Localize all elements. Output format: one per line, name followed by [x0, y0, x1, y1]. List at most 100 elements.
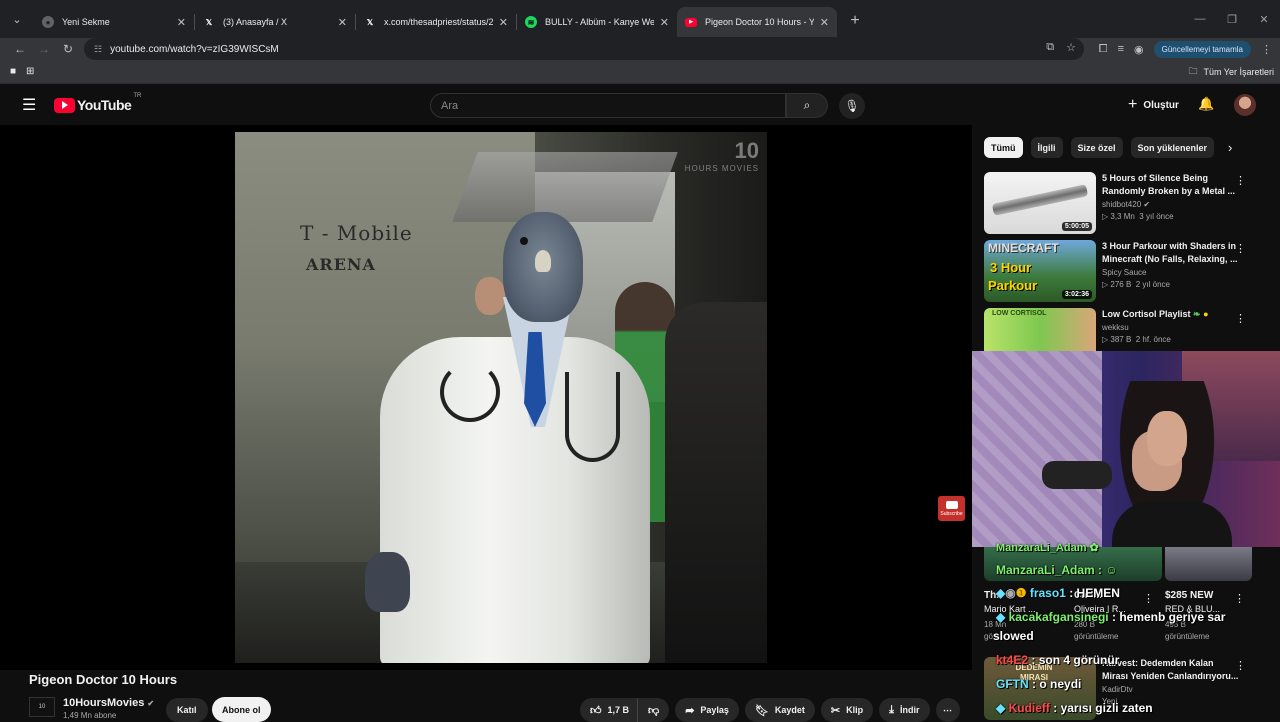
pigeon-eye	[520, 237, 528, 245]
dislike-button[interactable]: 👎︎	[637, 698, 670, 722]
media-controls-icon[interactable]: ≡	[1118, 43, 1124, 55]
browser-tab-x-home[interactable]: 𝕏 (3) Anasayfa / X ✕	[195, 7, 355, 37]
update-button[interactable]: Güncellemeyi tamamla	[1153, 40, 1251, 58]
create-label: Oluştur	[1143, 99, 1179, 111]
reload-button[interactable]: ↻	[56, 42, 80, 56]
youtube-icon: ▶	[685, 17, 697, 27]
subscribe-watermark[interactable]: Subscribe	[938, 496, 965, 521]
create-button[interactable]: + Oluştur	[1120, 93, 1187, 117]
search-button[interactable]: ⌕	[786, 93, 828, 118]
recommendation-channel: KadirDtv	[1102, 685, 1133, 694]
voice-search-button[interactable]: 🎙	[839, 93, 865, 119]
tab-title: (3) Anasayfa / X	[223, 17, 288, 27]
youtube-logo[interactable]: YouTube TR	[54, 93, 141, 113]
recommendation-title: 3 Hour Parkour with Shaders in Minecraft…	[1102, 241, 1238, 264]
recommendation-title: 5 Hours of Silence Being Randomly Broken…	[1102, 173, 1236, 196]
forward-button[interactable]: →	[32, 42, 56, 56]
back-button[interactable]: ←	[8, 42, 32, 56]
browser-menu-icon[interactable]: ⋮	[1261, 43, 1272, 56]
bookmark-icon: 🔖︎	[754, 704, 769, 717]
recommendation-title: Low Cortisol Playlist ❧ ●	[1102, 309, 1209, 319]
apps-grid-icon[interactable]: ⊞	[26, 66, 34, 77]
chevron-right-icon[interactable]: ›	[1228, 140, 1232, 155]
channel-watermark: 10 HOURS MOVIES	[685, 138, 759, 173]
download-button[interactable]: ⤓ İndir	[879, 698, 930, 722]
join-button[interactable]: Katıl	[166, 698, 208, 722]
chip-recently-uploaded[interactable]: Son yüklenenler	[1130, 137, 1215, 158]
site-info-icon[interactable]: ☷	[94, 44, 102, 55]
menu-icon[interactable]: ☰	[22, 95, 44, 115]
chip-all[interactable]: Tümü	[984, 137, 1023, 158]
more-icon: ⋯	[943, 704, 953, 715]
webcam-microphone	[1042, 461, 1112, 489]
video-thumbnail[interactable]: LOW CORTISOL	[984, 308, 1096, 351]
chat-message: ◆ Kudieff : yarısı gizli zaten	[996, 701, 1153, 715]
all-bookmarks-button[interactable]: 🗀 Tüm Yer İşaretleri	[1188, 60, 1274, 84]
install-app-icon[interactable]: ⧉	[1046, 41, 1054, 54]
close-tab-icon[interactable]: ✕	[338, 16, 347, 29]
new-tab-button[interactable]: +	[841, 7, 869, 35]
account-avatar[interactable]	[1234, 94, 1256, 116]
video-player[interactable]: T - Mobile ARENA 10 HOURS MOVIES	[0, 125, 972, 670]
more-options-icon[interactable]: ⋮	[1235, 312, 1246, 325]
chip-for-you[interactable]: Size özel	[1070, 137, 1123, 158]
tab-search-icon[interactable]: ⌄	[0, 0, 34, 38]
verified-icon: ✔	[147, 698, 155, 708]
recommendation-channel: shidbot420 ✔	[1102, 200, 1151, 209]
recommendation-item[interactable]: 5:00:05 5 Hours of Silence Being Randoml…	[984, 172, 1274, 234]
extensions-icon[interactable]: ⧠	[1099, 43, 1108, 56]
browser-tab-spotify[interactable]: ≋ BULLY - Albüm - Kanye West, Ye ✕	[517, 7, 677, 37]
video-thumbnail[interactable]: 5:00:05	[984, 172, 1096, 234]
profile-icon[interactable]: ◉	[1134, 43, 1144, 56]
recommendation-meta: ▷ 3,3 Mn 3 yıl önce	[1102, 212, 1174, 221]
tab-title: Yeni Sekme	[62, 17, 110, 27]
more-actions-button[interactable]: ⋯	[935, 698, 960, 722]
recommendation-item[interactable]: MINECRAFT 3 Hour Parkour 3:02:36 3 Hour …	[984, 240, 1274, 302]
close-tab-icon[interactable]: ✕	[499, 16, 508, 29]
window-controls: — ❐ ✕	[1184, 0, 1280, 38]
close-tab-icon[interactable]: ✕	[177, 16, 186, 29]
close-tab-icon[interactable]: ✕	[820, 16, 829, 29]
chrome-icon: ●	[42, 16, 54, 28]
subscriber-count: 1,49 Mn abone	[63, 711, 117, 720]
video-frame[interactable]: T - Mobile ARENA 10 HOURS MOVIES	[235, 132, 767, 663]
address-bar[interactable]: ☷ youtube.com/watch?v=zIG39WISCsM ⧉ ☆	[84, 38, 1084, 60]
download-icon: ⤓	[889, 703, 895, 716]
clip-button[interactable]: ✂ Klip	[820, 698, 874, 722]
youtube-logo-text: YouTube	[77, 97, 132, 113]
chip-related[interactable]: İlgili	[1030, 137, 1063, 158]
channel-name[interactable]: 10HoursMovies	[63, 697, 144, 709]
microphone-icon: 🎙	[844, 99, 860, 113]
save-button[interactable]: 🔖︎ Kaydet	[744, 698, 815, 722]
more-options-icon[interactable]: ⋮	[1235, 242, 1246, 255]
tab-strip-icon[interactable]: ■	[10, 66, 16, 77]
channel-name-row[interactable]: 10HoursMovies ✔	[63, 697, 154, 709]
browser-tab-x-status[interactable]: 𝕏 x.com/thesadpriest/status/2031 ✕	[356, 7, 516, 37]
restore-icon[interactable]: ❐	[1216, 0, 1248, 38]
pigeon-beak	[535, 250, 551, 272]
more-options-icon[interactable]: ⋮	[1235, 659, 1246, 672]
share-button[interactable]: ➦ Paylaş	[675, 698, 739, 722]
share-icon: ➦	[685, 704, 695, 717]
browser-tab-new-tab[interactable]: ● Yeni Sekme ✕	[34, 7, 194, 37]
recommendation-item[interactable]: LOW CORTISOL Low Cortisol Playlist ❧ ● w…	[984, 308, 1274, 351]
minimize-icon[interactable]: —	[1184, 0, 1216, 38]
close-window-icon[interactable]: ✕	[1248, 0, 1280, 38]
grid-meta: görüntüleme	[1074, 632, 1119, 641]
channel-avatar[interactable]: 10	[29, 697, 55, 717]
notifications-bell-icon[interactable]: 🔔	[1198, 96, 1214, 112]
like-button[interactable]: 👍︎ 1,7 B	[580, 698, 638, 722]
more-options-icon[interactable]: ⋮	[1143, 592, 1154, 605]
more-options-icon[interactable]: ⋮	[1235, 174, 1246, 187]
like-count: 1,7 B	[607, 705, 630, 715]
subscribe-button[interactable]: Abone ol	[212, 697, 271, 722]
sign-line-1: T - Mobile	[300, 221, 413, 245]
video-thumbnail[interactable]: MINECRAFT 3 Hour Parkour 3:02:36	[984, 240, 1096, 302]
search-input[interactable]: Ara	[430, 93, 786, 118]
more-options-icon[interactable]: ⋮	[1234, 592, 1245, 605]
close-tab-icon[interactable]: ✕	[660, 16, 669, 29]
grid-thumbnail[interactable]	[1165, 547, 1252, 581]
bookmark-star-icon[interactable]: ☆	[1066, 41, 1076, 54]
thumbs-up-icon: 👍︎	[590, 704, 602, 717]
browser-tab-youtube[interactable]: ▶ Pigeon Doctor 10 Hours - YouTu ✕	[677, 7, 837, 37]
